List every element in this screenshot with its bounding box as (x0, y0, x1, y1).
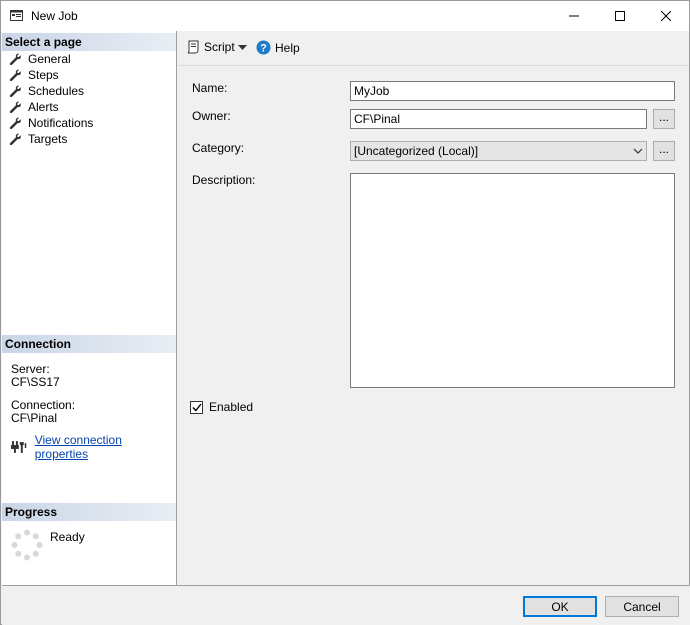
window-title: New Job (31, 9, 78, 23)
close-button[interactable] (643, 1, 689, 31)
category-value: [Uncategorized (Local)] (354, 144, 479, 158)
progress-header: Progress (2, 503, 176, 521)
page-item-schedules[interactable]: Schedules (2, 83, 176, 99)
script-icon (187, 40, 199, 54)
page-item-label: Targets (28, 132, 68, 146)
script-dropdown-button[interactable] (238, 45, 247, 50)
title-bar: New Job (1, 1, 689, 31)
window-icon (10, 10, 23, 21)
select-page-header: Select a page (2, 33, 176, 51)
button-bar: OK Cancel (2, 585, 690, 625)
checkmark-icon (191, 403, 202, 412)
chevron-down-icon (633, 148, 643, 154)
view-connection-link[interactable]: View connection properties (35, 433, 176, 461)
wrench-icon (9, 69, 21, 81)
connection-header: Connection (2, 335, 176, 353)
connection-label: Connection: (11, 398, 76, 412)
page-item-notifications[interactable]: Notifications (2, 115, 176, 131)
wrench-icon (9, 53, 21, 65)
script-label: Script (204, 40, 235, 54)
page-item-general[interactable]: General (2, 51, 176, 67)
name-label: Name: (192, 81, 228, 95)
ok-button[interactable]: OK (523, 596, 597, 617)
maximize-button[interactable] (597, 1, 643, 31)
progress-spinner-icon (11, 529, 43, 561)
page-item-label: Steps (28, 68, 59, 82)
new-job-dialog: New Job Select a page General Steps Sche… (0, 0, 690, 625)
minimize-button[interactable] (551, 1, 597, 31)
maximize-icon (615, 11, 625, 21)
connection-value: CF\Pinal (11, 411, 58, 425)
chevron-down-icon (238, 45, 247, 50)
owner-input[interactable] (350, 109, 647, 129)
svg-text:?: ? (260, 43, 267, 55)
enabled-checkbox-row[interactable]: Enabled (190, 400, 253, 414)
category-label: Category: (192, 141, 245, 155)
page-item-alerts[interactable]: Alerts (2, 99, 176, 115)
category-select[interactable]: [Uncategorized (Local)] (350, 141, 647, 161)
right-pane: Script ? Help Name: Owner: ... Category:… (178, 31, 689, 585)
page-item-label: Alerts (28, 100, 59, 114)
enabled-checkbox[interactable] (190, 400, 203, 414)
owner-label: Owner: (192, 109, 231, 123)
wrench-icon (9, 101, 21, 113)
help-label: Help (275, 40, 300, 55)
server-label: Server: (11, 362, 50, 376)
view-connection-properties[interactable]: View connection properties (11, 433, 176, 461)
minimize-icon (569, 15, 579, 17)
wrench-icon (9, 117, 21, 129)
page-item-targets[interactable]: Targets (2, 131, 176, 147)
close-icon (661, 11, 671, 21)
toolbar: Script ? Help (178, 31, 689, 66)
page-item-steps[interactable]: Steps (2, 67, 176, 83)
progress-status: Ready (50, 530, 85, 544)
page-item-label: Notifications (28, 116, 94, 130)
page-item-label: Schedules (28, 84, 85, 98)
wrench-icon (9, 133, 21, 145)
description-textarea[interactable] (350, 173, 675, 388)
left-pane: Select a page General Steps Schedules Al… (2, 31, 177, 585)
category-browse-button[interactable]: ... (653, 141, 675, 161)
help-icon: ? (256, 40, 271, 55)
help-button[interactable]: ? Help (256, 40, 300, 55)
owner-browse-button[interactable]: ... (653, 109, 675, 129)
wrench-icon (9, 85, 21, 97)
script-button[interactable]: Script (186, 40, 235, 54)
description-label: Description: (192, 173, 256, 187)
page-item-label: General (28, 52, 71, 66)
cancel-button[interactable]: Cancel (605, 596, 679, 617)
plug-icon (11, 441, 27, 453)
page-list: General Steps Schedules Alerts Notificat… (2, 51, 176, 147)
enabled-label: Enabled (209, 400, 254, 414)
name-input[interactable] (350, 81, 675, 101)
server-value: CF\SS17 (11, 375, 60, 389)
